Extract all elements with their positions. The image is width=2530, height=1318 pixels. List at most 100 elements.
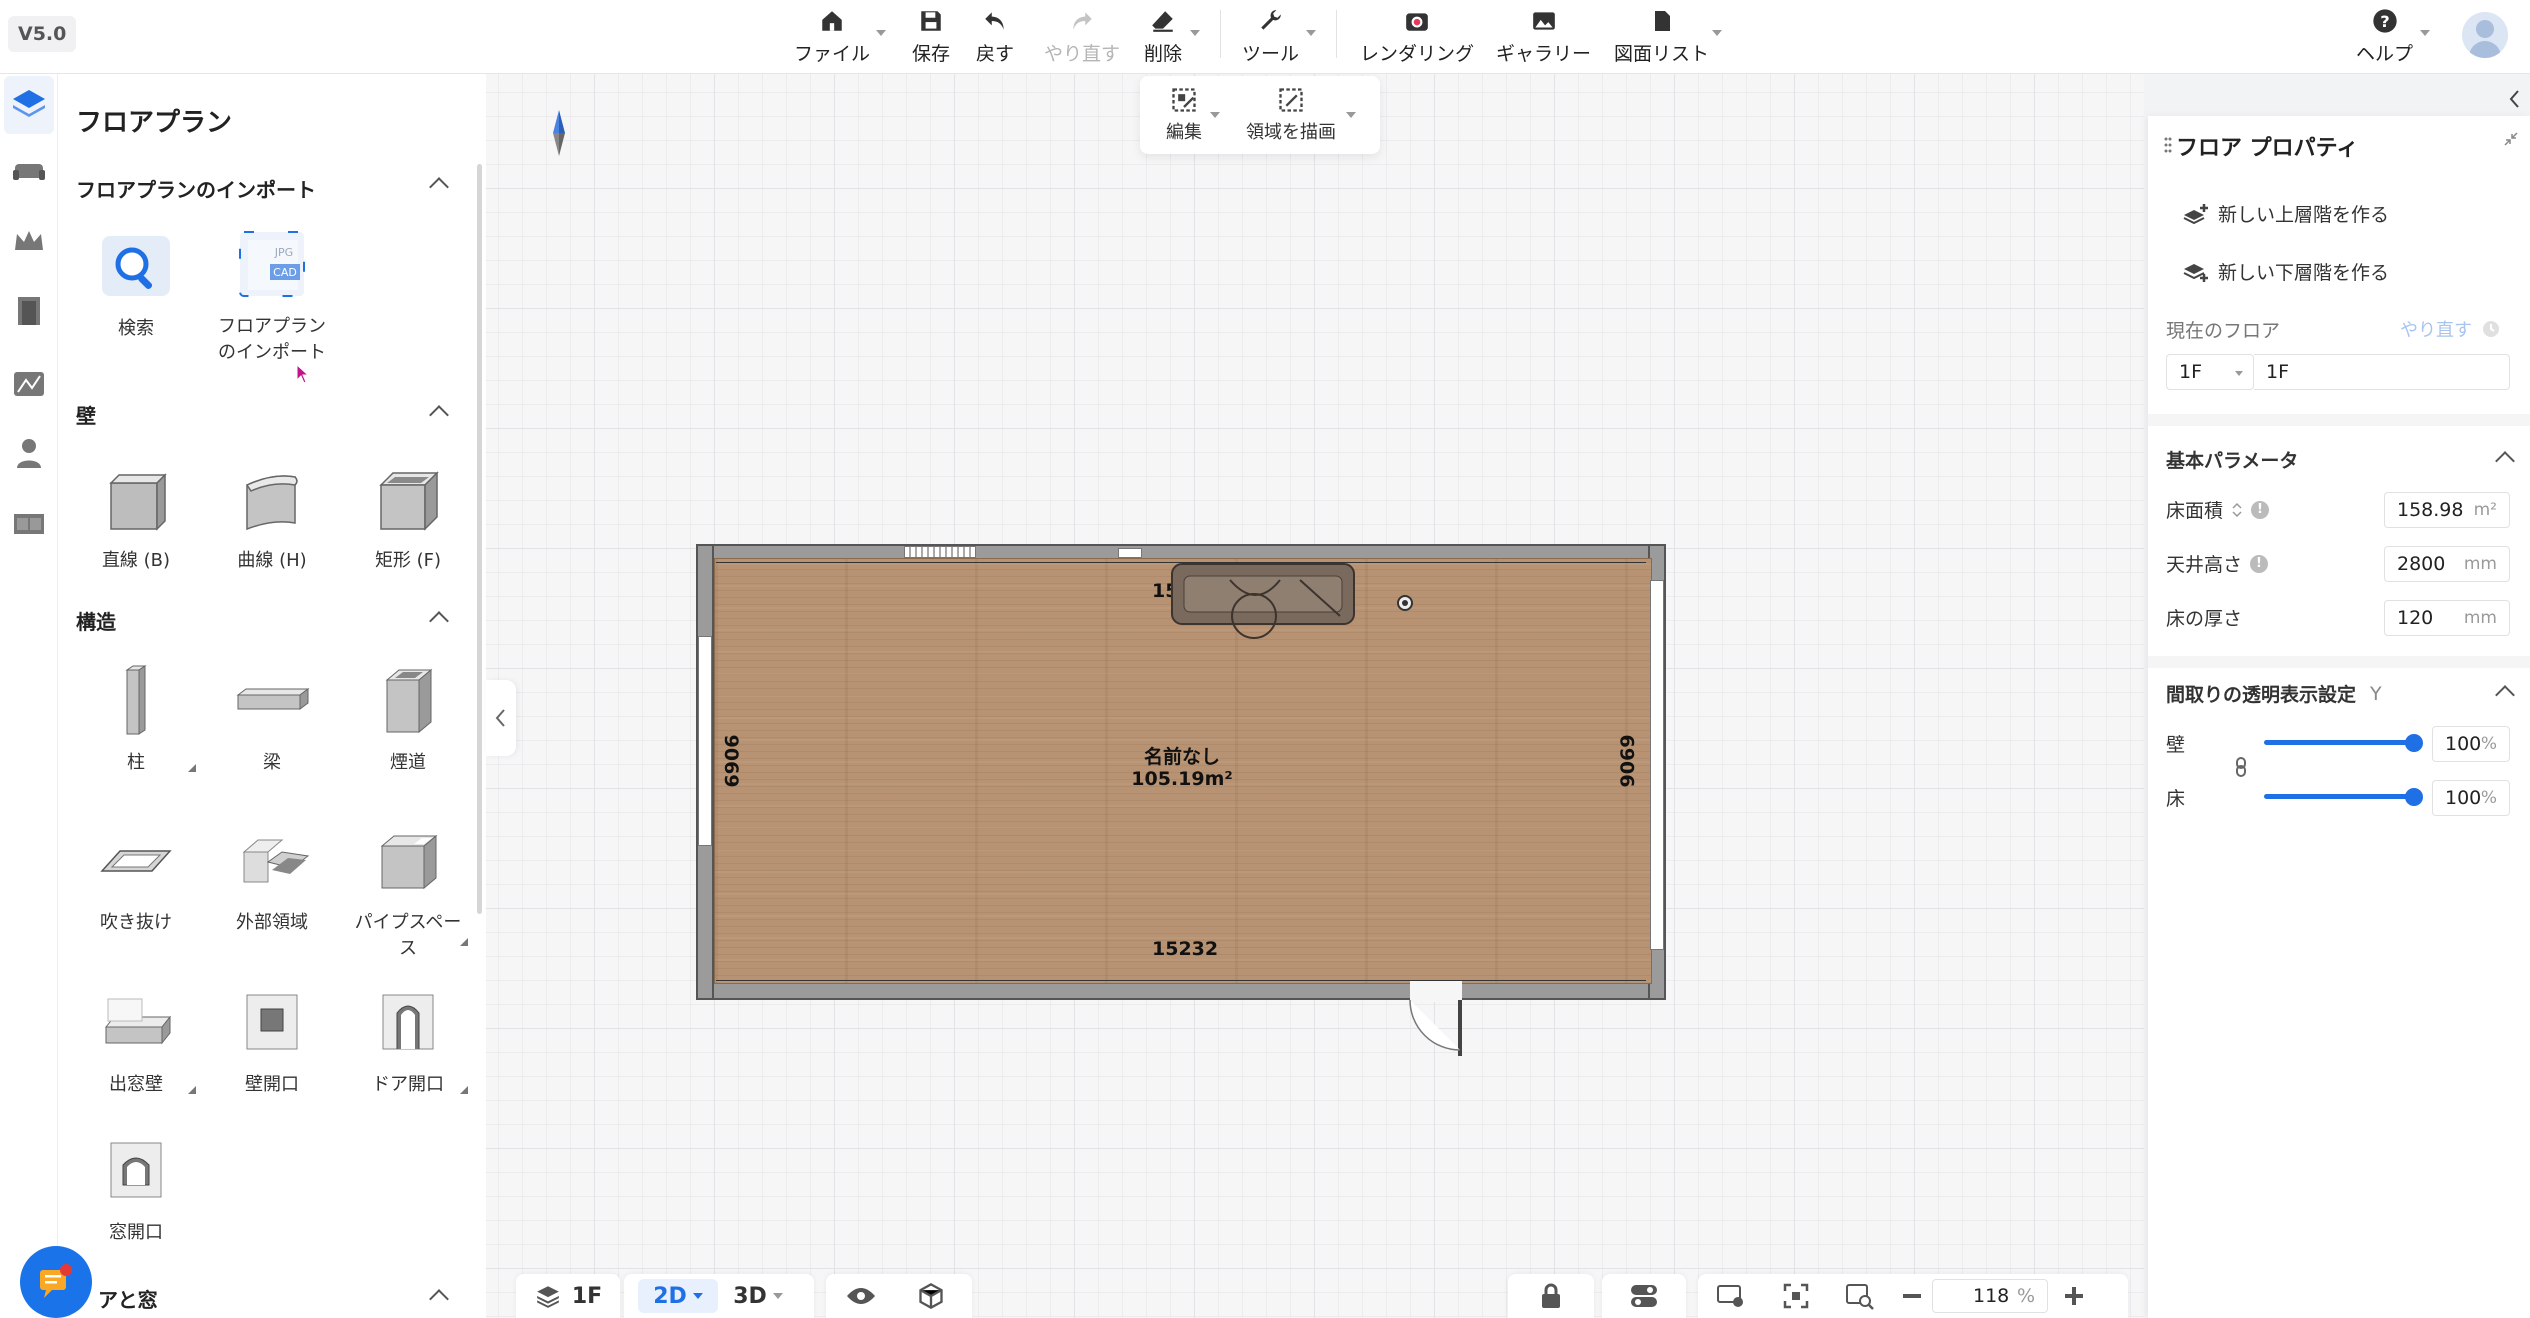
collapse-door-window-icon[interactable] [429,1289,449,1309]
pipe-space-tile[interactable]: パイプスペー ス [340,820,476,960]
void-tile[interactable]: 吹き抜け [68,820,204,934]
floor-area-input[interactable]: 158.98 m² [2384,492,2510,528]
import-floorplan-tile[interactable]: JPG CAD フロアプラン のインポート [204,224,340,364]
straight-wall-tile[interactable]: 直線 (B) [68,458,204,572]
draw-area-caret-icon[interactable] [1346,112,1356,118]
lock-button[interactable] [1508,1274,1594,1318]
ceiling-height-input[interactable]: 2800 mm [2384,546,2510,582]
info-icon[interactable]: ! [2250,554,2269,573]
view-3d-button[interactable]: 3D [718,1274,798,1318]
rect-wall-tile[interactable]: 矩形 (F) [340,458,476,572]
drawing-list-caret-icon[interactable] [1712,30,1722,36]
window-right[interactable] [1650,580,1664,950]
camera-icon [1400,4,1434,37]
floor-switcher[interactable]: 1F [516,1274,620,1318]
floor-select[interactable]: 1F [2166,354,2254,390]
edit-caret-icon[interactable] [1210,112,1220,118]
zoom-area-button[interactable] [1828,1274,1892,1318]
right-panel-collapse-button[interactable] [2500,74,2530,124]
sort-icon[interactable] [2231,501,2243,519]
collapse-panel-icon[interactable] [2502,130,2520,148]
undo-button[interactable]: 戻す [976,4,1014,66]
rail-terrain[interactable] [4,356,54,414]
small-window-top[interactable] [1118,548,1142,558]
redo-button[interactable]: やり直す [1044,4,1120,66]
rail-people[interactable] [4,426,54,484]
window-left[interactable] [698,636,712,846]
visibility-button[interactable] [826,1274,896,1318]
search-tile[interactable]: 検索 [68,226,204,340]
catalog-scrollbar[interactable] [477,164,482,914]
delete-button[interactable]: 削除 [1144,4,1182,66]
screenshot-button[interactable] [1698,1274,1764,1318]
wall-opacity-slider-knob[interactable] [2405,734,2423,752]
new-upper-floor-button[interactable]: 新しい上層階を作る [2182,200,2389,227]
door-swing-icon[interactable] [1408,999,1468,1064]
collapse-import-icon[interactable] [429,177,449,197]
collapse-wall-icon[interactable] [429,405,449,425]
view-2d-button[interactable]: 2D [638,1279,718,1313]
help-caret-icon[interactable] [2420,30,2430,36]
new-lower-floor-button[interactable]: 新しい下層階を作る [2182,258,2389,285]
bay-wall-tile[interactable]: 出窓壁 [68,982,204,1096]
chat-support-button[interactable] [20,1246,92,1318]
floor-opacity-slider[interactable] [2264,794,2414,799]
rail-decor[interactable] [4,214,54,272]
floor-plan[interactable]: 15232 15232 6906 6906 名前なし 105.19m² [696,544,1666,1056]
gallery-button[interactable]: ギャラリー [1496,4,1591,66]
cube-view-button[interactable] [896,1274,966,1318]
wall-opening-tile[interactable]: 壁開口 [204,982,340,1096]
display-toggle-button[interactable] [1602,1274,1686,1318]
drawing-list-button[interactable]: 図面リスト [1614,4,1709,66]
collapse-structure-icon[interactable] [429,611,449,631]
zoom-in-button[interactable] [2048,1274,2100,1318]
room-label[interactable]: 名前なし 105.19m² [1118,746,1246,790]
zoom-out-button[interactable] [1892,1274,1932,1318]
pipe-space-more-icon [460,938,468,946]
exterior-area-tile[interactable]: 外部領域 [204,820,340,934]
rail-furniture[interactable] [4,144,54,202]
ceiling-light-icon[interactable] [1396,594,1414,616]
chevron-left-icon [2509,90,2519,108]
zoom-input[interactable]: 118 % [1932,1279,2048,1313]
collapse-transparency-icon[interactable] [2495,685,2515,705]
beam-tile[interactable]: 梁 [204,660,340,774]
info-icon[interactable]: ! [2251,500,2270,519]
link-icon[interactable] [2234,756,2248,778]
draw-area-button[interactable]: 領域を描画 [1246,86,1336,144]
wall-bottom[interactable] [696,982,1666,1000]
rail-storage[interactable] [4,496,54,554]
delete-caret-icon[interactable] [1190,30,1200,36]
tools-caret-icon[interactable] [1306,30,1316,36]
wall-opacity-slider[interactable] [2264,740,2414,745]
window-opening-label: 窓開口 [109,1222,163,1243]
redo-floor-link[interactable]: やり直す [2400,316,2500,342]
door-opening-tile[interactable]: ドア開口 [340,982,476,1096]
collapse-basic-params-icon[interactable] [2495,451,2515,471]
flue-tile[interactable]: 煙道 [340,660,476,774]
floor-opacity-input[interactable]: 100 % [2432,780,2510,816]
floor-opacity-slider-knob[interactable] [2405,788,2423,806]
edit-button[interactable]: 編集 [1166,86,1202,144]
file-caret-icon[interactable] [876,30,886,36]
window-opening-tile[interactable]: 窓開口 [68,1130,204,1244]
column-tile[interactable]: 柱 [68,660,204,774]
chat-icon [40,1264,72,1298]
drag-handle-icon[interactable] [2164,136,2172,158]
floor-thickness-input[interactable]: 120 mm [2384,600,2510,636]
sofa-model[interactable] [1170,560,1358,648]
user-avatar[interactable] [2462,12,2508,58]
rail-floorplan[interactable] [4,76,54,134]
help-button[interactable]: ? ヘルプ [2356,4,2413,66]
window-top[interactable] [904,546,976,558]
tools-button[interactable]: ツール [1242,4,1299,66]
save-button[interactable]: 保存 [912,4,950,66]
rail-doors[interactable] [4,284,54,342]
curved-wall-tile[interactable]: 曲線 (H) [204,458,340,572]
floor-name-input[interactable]: 1F [2254,354,2510,390]
fit-screen-button[interactable] [1764,1274,1828,1318]
file-menu-button[interactable]: ファイル [794,4,870,66]
catalog-collapse-button[interactable] [486,680,516,756]
wall-opacity-input[interactable]: 100 % [2432,726,2510,762]
rendering-button[interactable]: レンダリング [1360,4,1474,66]
